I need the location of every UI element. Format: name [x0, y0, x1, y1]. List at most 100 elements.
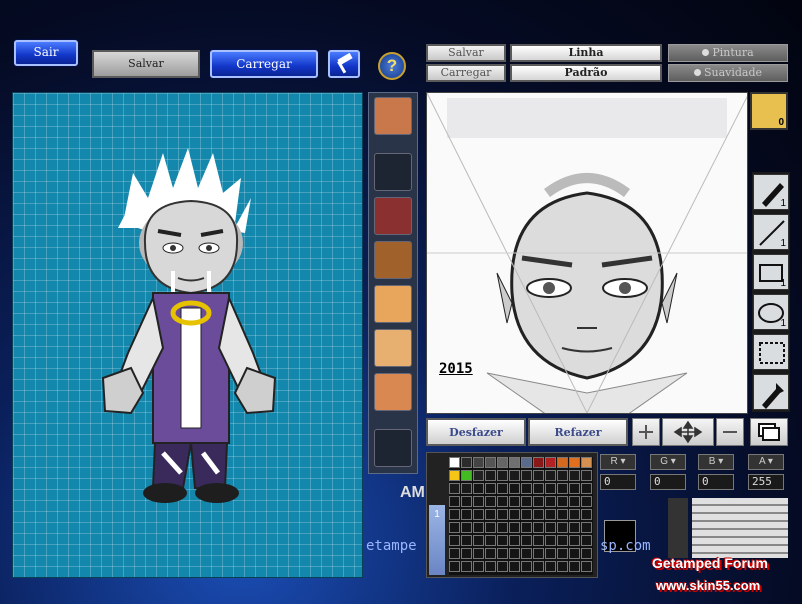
canvas-save-button[interactable]: Salvar: [426, 44, 506, 62]
palette-swatch[interactable]: [497, 509, 508, 520]
palette-swatch[interactable]: [521, 522, 532, 533]
palette-swatch[interactable]: [509, 483, 520, 494]
palette-swatch[interactable]: [497, 535, 508, 546]
palette-swatch[interactable]: [461, 470, 472, 481]
palette-swatch[interactable]: [449, 483, 460, 494]
palette-swatch[interactable]: [533, 509, 544, 520]
red-value-input[interactable]: 0: [600, 474, 636, 490]
palette-swatch[interactable]: [485, 522, 496, 533]
palette-swatch[interactable]: [461, 548, 472, 559]
palette-swatch[interactable]: [545, 457, 556, 468]
palette-swatch[interactable]: [485, 509, 496, 520]
palette-swatch[interactable]: [569, 561, 580, 572]
palette-swatch[interactable]: [449, 496, 460, 507]
pen-tool[interactable]: 1: [753, 174, 789, 210]
palette-swatch[interactable]: [557, 535, 568, 546]
palette-swatch[interactable]: [557, 483, 568, 494]
palette-swatch[interactable]: [569, 483, 580, 494]
palette-swatch[interactable]: [497, 522, 508, 533]
palette-swatch[interactable]: [533, 496, 544, 507]
palette-swatch[interactable]: [521, 509, 532, 520]
palette-swatch[interactable]: [473, 470, 484, 481]
part-thumb-empty[interactable]: [374, 153, 412, 191]
color-palette[interactable]: [449, 457, 593, 575]
palette-swatch[interactable]: [509, 509, 520, 520]
palette-swatch[interactable]: [473, 522, 484, 533]
line-tool[interactable]: 1: [753, 214, 789, 250]
zoom-in-button[interactable]: [632, 418, 660, 446]
palette-swatch[interactable]: [485, 561, 496, 572]
palette-swatch[interactable]: [581, 483, 592, 494]
part-thumb-face-selected[interactable]: [374, 97, 412, 135]
palette-swatch[interactable]: [497, 548, 508, 559]
palette-swatch[interactable]: [461, 457, 472, 468]
palette-swatch[interactable]: [485, 470, 496, 481]
palette-swatch[interactable]: [521, 496, 532, 507]
palette-swatch[interactable]: [461, 509, 472, 520]
palette-swatch[interactable]: [545, 522, 556, 533]
ellipse-tool[interactable]: 1: [753, 294, 789, 330]
palette-swatch[interactable]: [521, 548, 532, 559]
palette-swatch[interactable]: [473, 548, 484, 559]
eyedropper-tool[interactable]: [753, 374, 789, 410]
hammer-button[interactable]: [328, 50, 360, 78]
palette-swatch[interactable]: [509, 470, 520, 481]
palette-swatch[interactable]: [545, 470, 556, 481]
load-button[interactable]: Carregar: [210, 50, 318, 78]
palette-swatch[interactable]: [473, 496, 484, 507]
paint-toggle[interactable]: Pintura: [668, 44, 788, 62]
palette-swatch[interactable]: [545, 548, 556, 559]
select-tool[interactable]: [753, 334, 789, 370]
palette-swatch[interactable]: [557, 522, 568, 533]
alpha-value-input[interactable]: 255: [748, 474, 784, 490]
zoom-out-button[interactable]: [716, 418, 744, 446]
palette-swatch[interactable]: [449, 522, 460, 533]
canvas-load-button[interactable]: Carregar: [426, 64, 506, 82]
palette-swatch[interactable]: [545, 535, 556, 546]
palette-swatch[interactable]: [473, 509, 484, 520]
line-button[interactable]: Linha: [510, 44, 662, 62]
palette-swatch[interactable]: [533, 522, 544, 533]
palette-swatch[interactable]: [449, 535, 460, 546]
palette-swatch[interactable]: [581, 496, 592, 507]
palette-swatch[interactable]: [509, 457, 520, 468]
palette-swatch[interactable]: [461, 535, 472, 546]
part-thumb-face-3[interactable]: [374, 373, 412, 411]
part-thumb-face-1[interactable]: [374, 285, 412, 323]
palette-swatch[interactable]: [461, 522, 472, 533]
palette-swatch[interactable]: [509, 522, 520, 533]
rectangle-tool[interactable]: 1: [753, 254, 789, 290]
palette-swatch[interactable]: [473, 483, 484, 494]
palette-swatch[interactable]: [521, 457, 532, 468]
help-button[interactable]: ?: [378, 52, 406, 80]
palette-swatch[interactable]: [569, 470, 580, 481]
part-thumb-body[interactable]: [374, 241, 412, 279]
palette-swatch[interactable]: [557, 509, 568, 520]
palette-swatch[interactable]: [509, 548, 520, 559]
palette-swatch[interactable]: [569, 496, 580, 507]
palette-swatch[interactable]: [521, 561, 532, 572]
palette-swatch[interactable]: [557, 496, 568, 507]
green-value-input[interactable]: 0: [650, 474, 686, 490]
palette-swatch[interactable]: [473, 535, 484, 546]
palette-swatch[interactable]: [473, 561, 484, 572]
part-thumb-empty-2[interactable]: [374, 429, 412, 467]
palette-swatch[interactable]: [497, 483, 508, 494]
palette-swatch[interactable]: [521, 535, 532, 546]
palette-swatch[interactable]: [449, 561, 460, 572]
layers-button[interactable]: [750, 418, 788, 446]
smooth-toggle[interactable]: Suavidade: [668, 64, 788, 82]
palette-swatch[interactable]: [497, 470, 508, 481]
palette-swatch[interactable]: [581, 457, 592, 468]
palette-swatch[interactable]: [533, 535, 544, 546]
palette-swatch[interactable]: [545, 561, 556, 572]
alpha-channel-dropdown[interactable]: A ▾: [748, 454, 784, 470]
palette-swatch[interactable]: [569, 522, 580, 533]
palette-swatch[interactable]: [569, 548, 580, 559]
palette-swatch[interactable]: [449, 509, 460, 520]
palette-swatch[interactable]: [497, 561, 508, 572]
palette-swatch[interactable]: [521, 470, 532, 481]
layer-strip[interactable]: 1: [429, 505, 445, 575]
palette-swatch[interactable]: [533, 457, 544, 468]
avatar[interactable]: 0: [750, 92, 788, 130]
